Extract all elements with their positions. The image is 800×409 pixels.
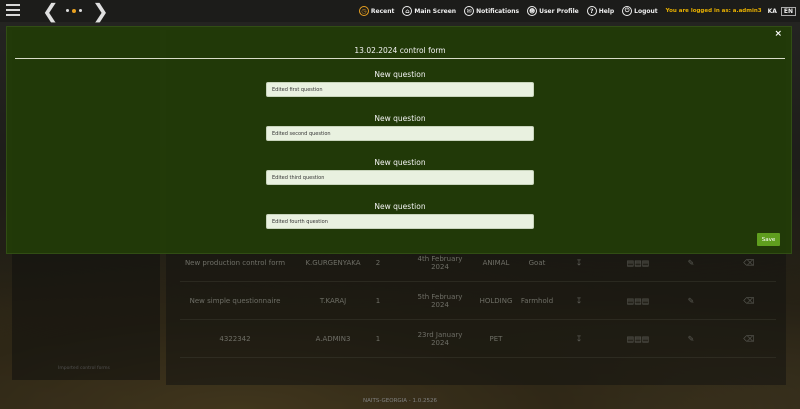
hamburger-menu-icon[interactable] (6, 4, 20, 18)
menu-recent[interactable]: ◷ Recent (358, 6, 395, 16)
control-form-modal: × 13.02.2024 control form New question N… (6, 26, 792, 254)
menu-recent-label: Recent (370, 7, 395, 15)
power-icon: ⏻ (622, 6, 633, 16)
menu-main-screen[interactable]: ⌂ Main Screen (402, 6, 456, 16)
menu-user-profile[interactable]: ☻ User Profile (527, 6, 579, 16)
back-arrow-icon[interactable]: ❮ (42, 0, 59, 22)
menu-user-profile-label: User Profile (539, 7, 579, 15)
question-1-input[interactable] (266, 82, 534, 97)
top-bar: ❮ ❯ ◷ Recent ⌂ Main Screen ✉ Notificatio… (0, 0, 800, 22)
forward-arrow-icon[interactable]: ❯ (92, 0, 109, 22)
modal-title: 13.02.2024 control form (354, 46, 446, 55)
page-indicator (66, 8, 82, 13)
language-en[interactable]: EN (780, 6, 796, 16)
question-label: New question (374, 202, 426, 211)
bell-icon: ✉ (464, 6, 475, 16)
question-3-input[interactable] (266, 170, 534, 185)
recent-icon: ◷ (358, 6, 369, 16)
menu-main-screen-label: Main Screen (414, 7, 457, 15)
help-icon: ? (586, 6, 597, 16)
menu-help-label: Help (598, 7, 615, 15)
question-label: New question (374, 158, 426, 167)
question-label: New question (374, 70, 426, 79)
menu-notifications-label: Notifications (476, 7, 520, 15)
language-ka[interactable]: KA (768, 8, 777, 15)
close-icon[interactable]: × (774, 29, 782, 39)
question-label: New question (374, 114, 426, 123)
menu-logout-label: Logout (634, 7, 658, 15)
question-4-input[interactable] (266, 214, 534, 229)
question-2-input[interactable] (266, 126, 534, 141)
menu-notifications[interactable]: ✉ Notifications (464, 6, 519, 16)
save-button[interactable]: Save (757, 233, 780, 246)
home-icon: ⌂ (402, 6, 413, 16)
top-menu: ◷ Recent ⌂ Main Screen ✉ Notifications ☻… (358, 0, 800, 22)
menu-help[interactable]: ? Help (586, 6, 615, 16)
logged-in-text: You are logged in as: a.admin3 (665, 8, 762, 14)
user-icon: ☻ (527, 6, 538, 16)
title-divider (15, 58, 785, 59)
menu-logout[interactable]: ⏻ Logout (622, 6, 658, 16)
